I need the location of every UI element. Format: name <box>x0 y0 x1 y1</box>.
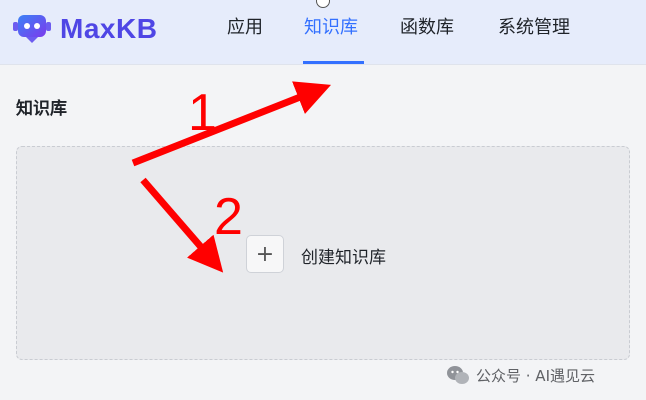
wechat-icon <box>447 366 469 384</box>
nav-item-apps[interactable]: 应用 <box>227 14 263 42</box>
nav-item-knowledge[interactable]: 知识库 <box>304 14 358 42</box>
plus-icon[interactable]: + <box>246 235 284 273</box>
top-navbar: MaxKB 应用 知识库 函数库 系统管理 <box>0 0 646 65</box>
nav-indicator-dot <box>316 0 330 8</box>
brand-name: MaxKB <box>60 13 158 44</box>
active-tab-underline <box>303 61 364 64</box>
page-title: 知识库 <box>16 99 67 119</box>
nav-item-system-admin[interactable]: 系统管理 <box>498 14 570 42</box>
create-knowledge-label[interactable]: 创建知识库 <box>301 243 386 268</box>
annotation-number-1: 1 <box>188 84 217 142</box>
nav-item-functions[interactable]: 函数库 <box>400 14 454 42</box>
watermark: 公众号 · AI遇见云 <box>446 362 595 388</box>
watermark-text: 公众号 · AI遇见云 <box>476 366 595 385</box>
brand-logo[interactable]: MaxKB <box>12 12 157 46</box>
robot-logo-icon <box>13 15 51 43</box>
